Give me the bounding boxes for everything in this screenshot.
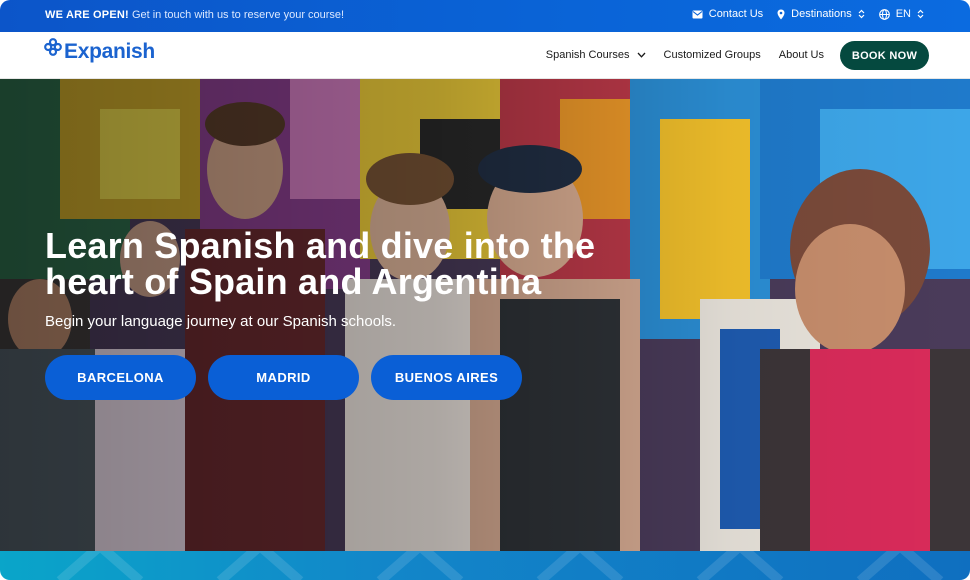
hero-subtitle: Begin your language journey at our Spani…	[45, 313, 397, 330]
language-selector[interactable]: EN	[878, 8, 924, 20]
globe-icon	[878, 8, 890, 20]
section-band	[0, 551, 970, 580]
announcement-bar: WE ARE OPEN! Get in touch with us to res…	[0, 0, 970, 32]
nav-label: Spanish Courses	[545, 49, 630, 61]
madrid-button[interactable]: MADRID	[208, 355, 359, 400]
sort-arrows-icon	[917, 9, 924, 19]
nav-label: Customized Groups	[663, 49, 761, 61]
nav-spanish-courses[interactable]: Spanish Courses	[546, 49, 646, 61]
expanish-logo-mark	[44, 38, 62, 56]
buenos-aires-button[interactable]: BUENOS AIRES	[371, 355, 522, 400]
contact-label: Contact Us	[708, 8, 764, 20]
destination-buttons: BARCELONA MADRID BUENOS AIRES	[45, 355, 522, 400]
chevron-down-icon	[637, 49, 646, 61]
barcelona-button[interactable]: BARCELONA	[45, 355, 196, 400]
band-pattern	[56, 551, 944, 580]
mail-icon	[692, 10, 703, 19]
hero-section: Learn Spanish and dive into the heart of…	[0, 79, 970, 551]
hero-title-line: Learn Spanish and dive into the	[45, 225, 596, 266]
page: WE ARE OPEN! Get in touch with us to res…	[0, 0, 970, 580]
hero-title-line: heart of Spain and Argentina	[45, 261, 542, 302]
hero-title: Learn Spanish and dive into the heart of…	[45, 228, 665, 300]
contact-link[interactable]: Contact Us	[692, 8, 763, 20]
utility-links: Contact Us Destinations EN	[692, 8, 924, 20]
destinations-dropdown[interactable]: Destinations	[777, 8, 865, 20]
nav-customized-groups[interactable]: Customized Groups	[664, 49, 761, 61]
logo-wordmark: Expanish	[64, 40, 155, 63]
announcement-highlight: WE ARE OPEN!	[45, 9, 129, 21]
main-nav: Spanish Courses Customized Groups About …	[546, 49, 824, 61]
announcement-text: WE ARE OPEN! Get in touch with us to res…	[45, 9, 344, 21]
nav-about-us[interactable]: About Us	[779, 49, 824, 61]
location-pin-icon	[777, 9, 785, 20]
destinations-label: Destinations	[791, 8, 852, 20]
language-label: EN	[895, 8, 911, 20]
site-logo[interactable]: Expanish	[44, 38, 155, 64]
site-header: Expanish Spanish Courses Customized Grou…	[0, 32, 970, 79]
announcement-message: Get in touch with us to reserve your cou…	[131, 9, 345, 21]
book-now-button[interactable]: BOOK NOW	[840, 41, 929, 70]
sort-arrows-icon	[858, 9, 865, 19]
nav-label: About Us	[778, 49, 824, 61]
